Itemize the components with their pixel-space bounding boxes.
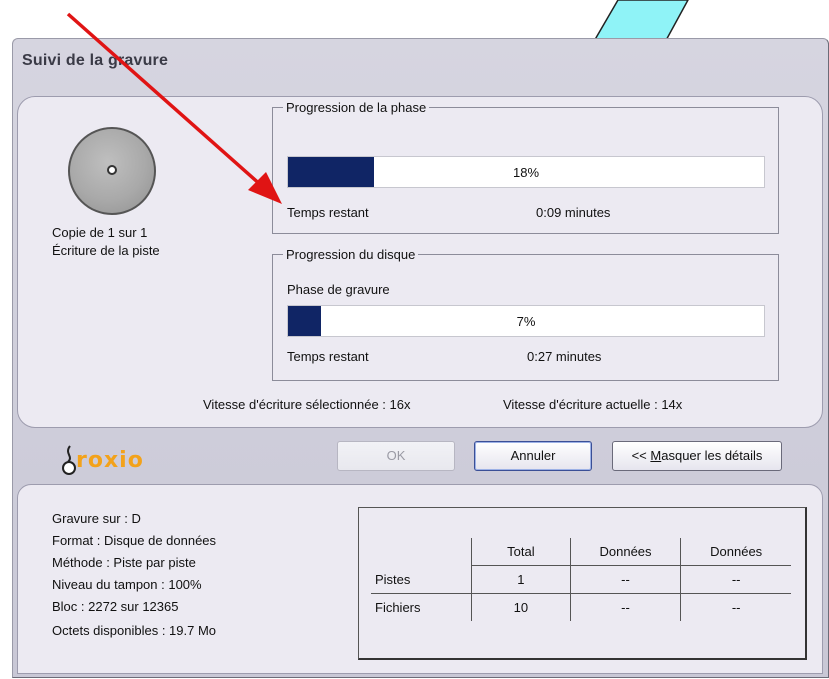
disc-stage-label: Phase de gravure xyxy=(287,282,390,297)
format-info: Format : Disque de données xyxy=(52,533,217,548)
table-row: Pistes 1 -- -- xyxy=(371,565,791,594)
stats-cell: -- xyxy=(680,593,791,621)
method-info: Méthode : Piste par piste xyxy=(52,555,196,570)
drive-info: Gravure sur : D xyxy=(52,511,141,526)
free-space-info: Octets disponibles : 19.7 Mo xyxy=(52,623,217,638)
selected-speed-label: Vitesse d'écriture sélectionnée : 16x xyxy=(203,397,411,412)
disc-icon xyxy=(68,127,156,215)
stats-cell: 1 xyxy=(471,565,571,594)
stats-row-label: Pistes xyxy=(371,565,472,594)
current-speed-label: Vitesse d'écriture actuelle : 14x xyxy=(503,397,683,412)
stats-table: Total Données Données Pistes 1 -- -- Fic… xyxy=(371,538,791,621)
roxio-logo-text: roxio xyxy=(76,448,144,473)
hide-details-button[interactable]: << Masquer les détails xyxy=(612,441,782,471)
hide-details-prefix: << xyxy=(631,448,651,463)
window-title: Suivi de la gravure xyxy=(22,52,169,69)
phase-progress-bar: 18% xyxy=(287,156,765,188)
block-info: Bloc : 2272 sur 12365 xyxy=(52,599,179,614)
copy-status-label: Copie de 1 sur 1 xyxy=(52,225,148,240)
stats-header-cell: Données xyxy=(680,538,791,566)
stats-header-cell xyxy=(371,538,472,566)
stats-cell: -- xyxy=(680,565,791,594)
disc-progress-bar: 7% xyxy=(287,305,765,337)
stats-cell: -- xyxy=(569,565,681,594)
disc-remaining-label: Temps restant xyxy=(287,349,369,364)
stats-header-row: Total Données Données xyxy=(371,538,791,566)
disc-remaining-value: 0:27 minutes xyxy=(527,349,602,364)
stats-cell: 10 xyxy=(471,593,571,621)
ok-button[interactable]: OK xyxy=(337,441,455,471)
phase-remaining-value: 0:09 minutes xyxy=(536,205,611,220)
hide-details-rest: asquer les détails xyxy=(661,448,763,463)
phase-percent-label: 18% xyxy=(512,165,540,180)
disc-percent-label: 7% xyxy=(516,314,536,329)
stats-cell: -- xyxy=(569,593,681,621)
stats-header-cell: Total xyxy=(471,538,571,566)
phase-progress-legend: Progression de la phase xyxy=(286,100,427,115)
phase-remaining-label: Temps restant xyxy=(287,205,369,220)
action-status-label: Écriture de la piste xyxy=(52,243,160,258)
cancel-button[interactable]: Annuler xyxy=(474,441,592,471)
disc-progress-legend: Progression du disque xyxy=(286,247,416,262)
hide-details-mnemonic: M xyxy=(650,448,662,463)
stats-header-cell: Données xyxy=(569,538,681,566)
stats-row-label: Fichiers xyxy=(375,600,421,615)
buffer-info: Niveau du tampon : 100% xyxy=(52,577,202,592)
table-row: Fichiers 10 -- -- xyxy=(371,593,791,621)
